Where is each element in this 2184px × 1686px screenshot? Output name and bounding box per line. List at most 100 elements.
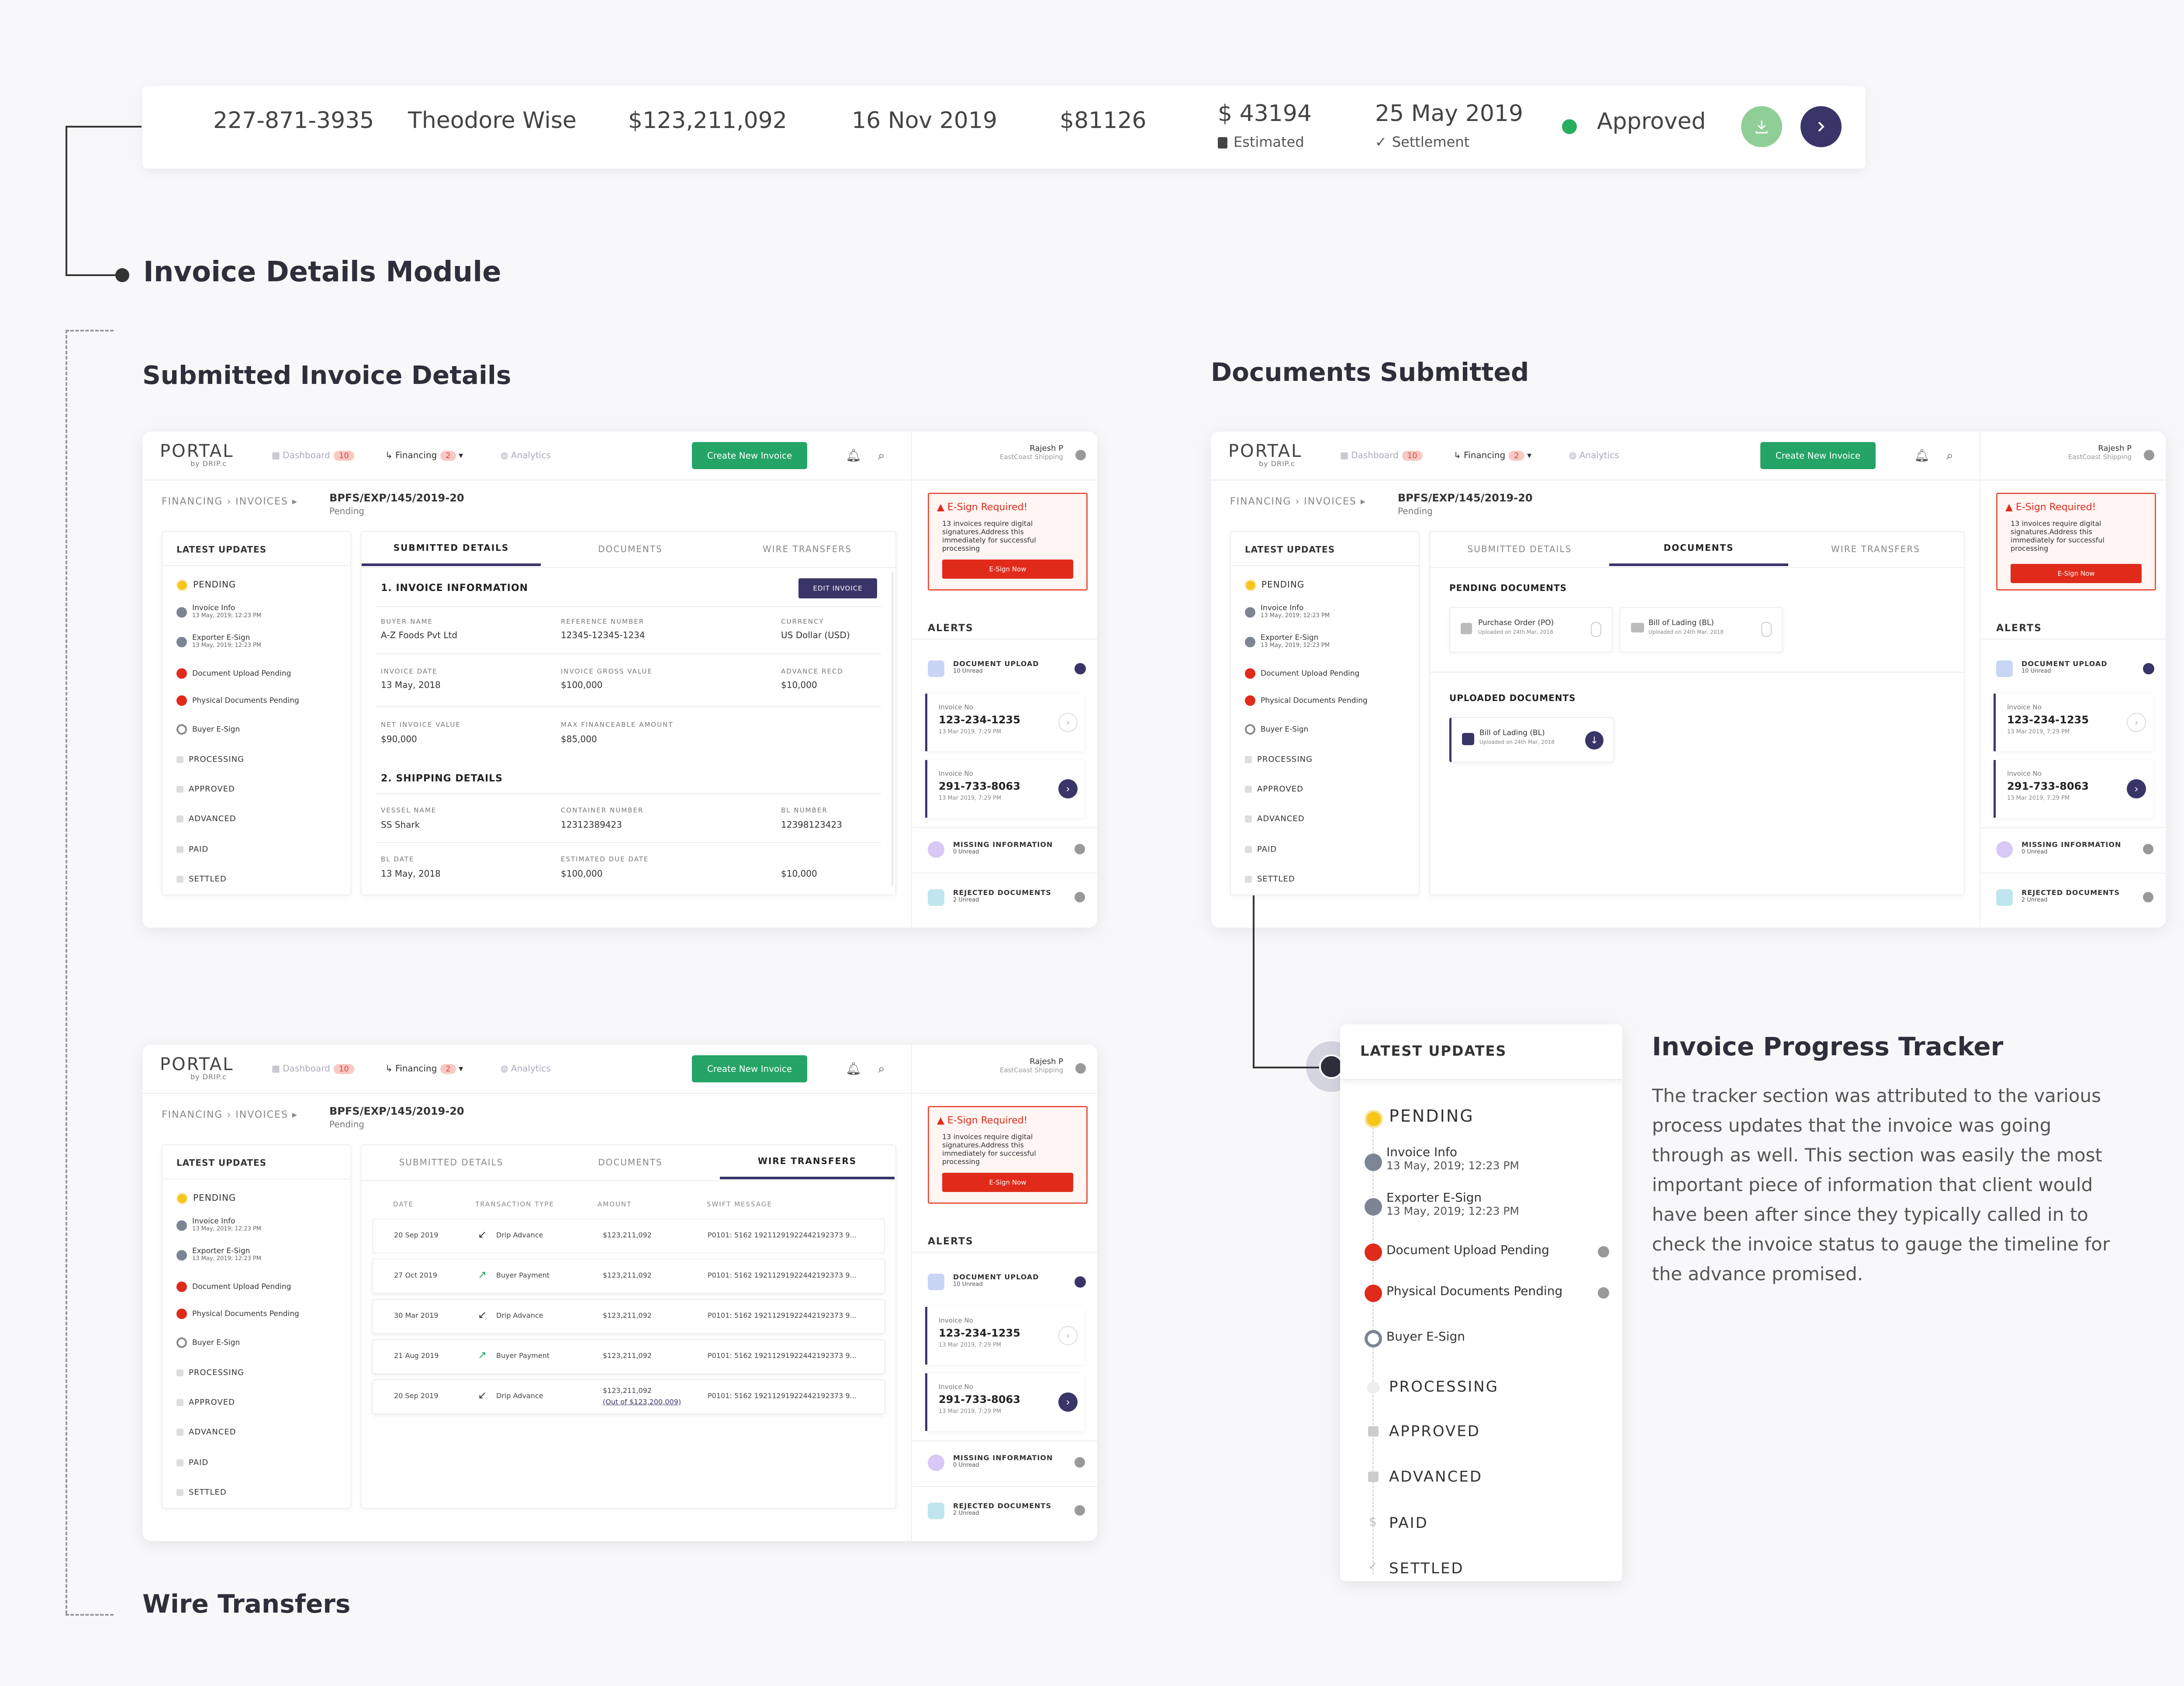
nav-dashboard[interactable]: ▦ Dashboard 10 <box>272 450 354 461</box>
info-icon[interactable] <box>1598 1287 1609 1299</box>
download-button[interactable] <box>1741 106 1782 147</box>
breadcrumb-financing[interactable]: FINANCING <box>162 1109 223 1120</box>
expand-icon[interactable] <box>1075 1505 1085 1516</box>
user-info[interactable]: Rajesh P EastCoast Shipping <box>1000 1057 1063 1074</box>
alert-invoice-card[interactable]: Invoice No 123-234-1235 13 Mar 2019, 7:2… <box>925 694 1085 751</box>
chevron-right-icon[interactable]: › <box>1058 779 1078 798</box>
user-info[interactable]: Rajesh P EastCoast Shipping <box>1000 444 1063 461</box>
next-button[interactable] <box>1800 106 1842 147</box>
tab-wire-transfers[interactable]: WIRE TRANSFERS <box>1788 532 1963 566</box>
chevron-right-icon[interactable]: › <box>2127 779 2146 798</box>
alert-invoice-card[interactable]: Invoice No 291-733-8063 13 Mar 2019, 7:2… <box>925 760 1085 818</box>
cell-amount-note[interactable]: (Out of $123,200,009) <box>603 1398 681 1406</box>
tab-documents[interactable]: DOCUMENTS <box>1609 532 1788 566</box>
nav-dashboard[interactable]: ▦ Dashboard 10 <box>272 1063 354 1074</box>
nav-analytics[interactable]: ◍ Analytics <box>501 450 551 460</box>
search-icon[interactable]: ⌕ <box>878 448 885 463</box>
alert-missing-info[interactable]: MISSING INFORMATION 0 Unread <box>953 840 1053 855</box>
tl-phys-docs[interactable]: Physical Documents Pending <box>176 1309 299 1319</box>
alert-invoice-card[interactable]: Invoice No 123-234-1235 13 Mar 2019, 7:2… <box>925 1307 1085 1365</box>
alert-invoice-card[interactable]: Invoice No 123-234-1235 13 Mar 2019, 7:2… <box>1994 694 2153 751</box>
alert-rejected-docs[interactable]: REJECTED DOCUMENTS 2 Unread <box>2022 888 2120 903</box>
tab-wire-transfers[interactable]: WIRE TRANSFERS <box>720 532 895 566</box>
alert-missing-info[interactable]: MISSING INFORMATION 0 Unread <box>2022 840 2121 855</box>
chevron-right-icon[interactable]: › <box>2127 713 2146 732</box>
expand-icon[interactable] <box>2143 892 2153 902</box>
search-icon[interactable]: ⌕ <box>1946 448 1953 463</box>
table-row[interactable]: 20 Sep 2019 Drip Advance $123,211,092 P0101… <box>372 1379 885 1414</box>
tab-submitted-details[interactable]: SUBMITTED DETAILS <box>362 532 541 566</box>
breadcrumb-invoices[interactable]: INVOICES <box>235 496 288 507</box>
doc-uploaded-bill-of-lading[interactable]: Bill of Lading (BL) Uploaded on 24th Mar… <box>1449 717 1614 763</box>
bell-icon[interactable]: 🔔︎ <box>846 1061 861 1076</box>
edit-invoice-button[interactable]: EDIT INVOICE <box>798 578 877 598</box>
attach-icon[interactable] <box>1591 622 1601 637</box>
user-menu-icon[interactable] <box>2144 450 2154 460</box>
tab-submitted-details[interactable]: SUBMITTED DETAILS <box>1430 532 1609 566</box>
trk-phys-docs[interactable]: Physical Documents Pending <box>1386 1284 1562 1298</box>
chevron-right-icon[interactable]: › <box>1058 1392 1078 1412</box>
logo[interactable]: PORTAL by DRIP.c <box>160 441 234 468</box>
user-info[interactable]: Rajesh P EastCoast Shipping <box>2068 444 2132 461</box>
alert-document-upload[interactable]: DOCUMENT UPLOAD 10 Unread <box>953 1273 1039 1288</box>
breadcrumb-financing[interactable]: FINANCING <box>1230 496 1291 507</box>
alert-rejected-docs[interactable]: REJECTED DOCUMENTS 2 Unread <box>953 1502 1051 1517</box>
create-invoice-button[interactable]: Create New Invoice <box>1760 442 1876 469</box>
logo[interactable]: PORTAL by DRIP.c <box>160 1054 234 1081</box>
doc-bill-of-lading[interactable]: Bill of Lading (BL) Uploaded on 24th Mar… <box>1620 607 1783 653</box>
alert-missing-info[interactable]: MISSING INFORMATION 0 Unread <box>953 1454 1053 1468</box>
esign-now-button[interactable]: E-Sign Now <box>942 1173 1073 1192</box>
search-icon[interactable]: ⌕ <box>878 1061 885 1076</box>
table-row[interactable]: 30 Mar 2019 Drip Advance $123,211,092 P0101… <box>372 1299 885 1334</box>
nav-financing[interactable]: ↳ Financing 2 ▾ <box>1454 450 1531 461</box>
tab-documents[interactable]: DOCUMENTS <box>541 1145 720 1179</box>
download-icon[interactable]: ↓ <box>1585 731 1603 750</box>
breadcrumb-invoices[interactable]: INVOICES <box>235 1109 288 1120</box>
info-icon[interactable] <box>1598 1246 1609 1258</box>
nav-analytics[interactable]: ◍ Analytics <box>501 1063 551 1074</box>
table-row[interactable]: 21 Aug 2019 Buyer Payment $123,211,092 P010… <box>372 1339 885 1374</box>
alert-invoice-card[interactable]: Invoice No 291-733-8063 13 Mar 2019, 7:2… <box>1994 760 2153 818</box>
user-menu-icon[interactable] <box>1075 1063 1086 1074</box>
user-menu-icon[interactable] <box>1075 450 1086 460</box>
expand-icon[interactable] <box>1075 1457 1085 1468</box>
tab-documents[interactable]: DOCUMENTS <box>541 532 720 566</box>
logo[interactable]: PORTAL by DRIP.c <box>1228 441 1302 468</box>
collapse-icon[interactable] <box>1075 1276 1086 1288</box>
tab-submitted-details[interactable]: SUBMITTED DETAILS <box>362 1145 541 1179</box>
collapse-icon[interactable] <box>1075 663 1086 674</box>
chevron-right-icon[interactable]: › <box>1058 1326 1078 1345</box>
tl-phys-docs[interactable]: Physical Documents Pending <box>1245 695 1368 706</box>
tl-doc-upload[interactable]: Document Upload Pending <box>1245 668 1359 679</box>
expand-icon[interactable] <box>2143 844 2153 854</box>
alert-document-upload[interactable]: DOCUMENT UPLOAD 10 Unread <box>2022 660 2108 674</box>
doc-purchase-order[interactable]: Purchase Order (PO) Uploaded on 24th Mar… <box>1449 607 1613 653</box>
tl-phys-docs[interactable]: Physical Documents Pending <box>176 695 299 706</box>
create-invoice-button[interactable]: Create New Invoice <box>692 442 807 469</box>
nav-financing[interactable]: ↳ Financing 2 ▾ <box>385 1063 463 1074</box>
esign-now-button[interactable]: E-Sign Now <box>2011 564 2142 583</box>
breadcrumb-invoices[interactable]: INVOICES <box>1304 496 1357 507</box>
alert-invoice-card[interactable]: Invoice No 291-733-8063 13 Mar 2019, 7:2… <box>925 1373 1085 1431</box>
expand-icon[interactable] <box>1075 892 1085 902</box>
esign-now-button[interactable]: E-Sign Now <box>942 560 1073 579</box>
bell-icon[interactable]: 🔔︎ <box>1914 448 1930 463</box>
nav-dashboard[interactable]: ▦ Dashboard 10 <box>1340 450 1423 461</box>
nav-analytics[interactable]: ◍ Analytics <box>1569 450 1619 460</box>
breadcrumb-financing[interactable]: FINANCING <box>162 496 223 507</box>
tab-wire-transfers[interactable]: WIRE TRANSFERS <box>720 1145 895 1179</box>
alert-document-upload[interactable]: DOCUMENT UPLOAD 10 Unread <box>953 660 1039 674</box>
attach-icon[interactable] <box>1761 622 1772 637</box>
scrollbar[interactable] <box>891 571 894 886</box>
table-row[interactable]: 20 Sep 2019 Drip Advance $123,211,092 P0101… <box>372 1219 885 1254</box>
chevron-right-icon[interactable]: › <box>1058 713 1078 732</box>
trk-doc-upload[interactable]: Document Upload Pending <box>1386 1243 1549 1257</box>
bell-icon[interactable]: 🔔︎ <box>846 448 861 463</box>
tl-doc-upload[interactable]: Document Upload Pending <box>176 1282 291 1292</box>
expand-icon[interactable] <box>1075 844 1085 854</box>
alert-rejected-docs[interactable]: REJECTED DOCUMENTS 2 Unread <box>953 888 1051 903</box>
tl-doc-upload[interactable]: Document Upload Pending <box>176 668 291 679</box>
table-row[interactable]: 27 Oct 2019 Buyer Payment $123,211,092 P010… <box>372 1259 885 1294</box>
nav-financing[interactable]: ↳ Financing 2 ▾ <box>385 450 463 461</box>
collapse-icon[interactable] <box>2143 663 2154 674</box>
